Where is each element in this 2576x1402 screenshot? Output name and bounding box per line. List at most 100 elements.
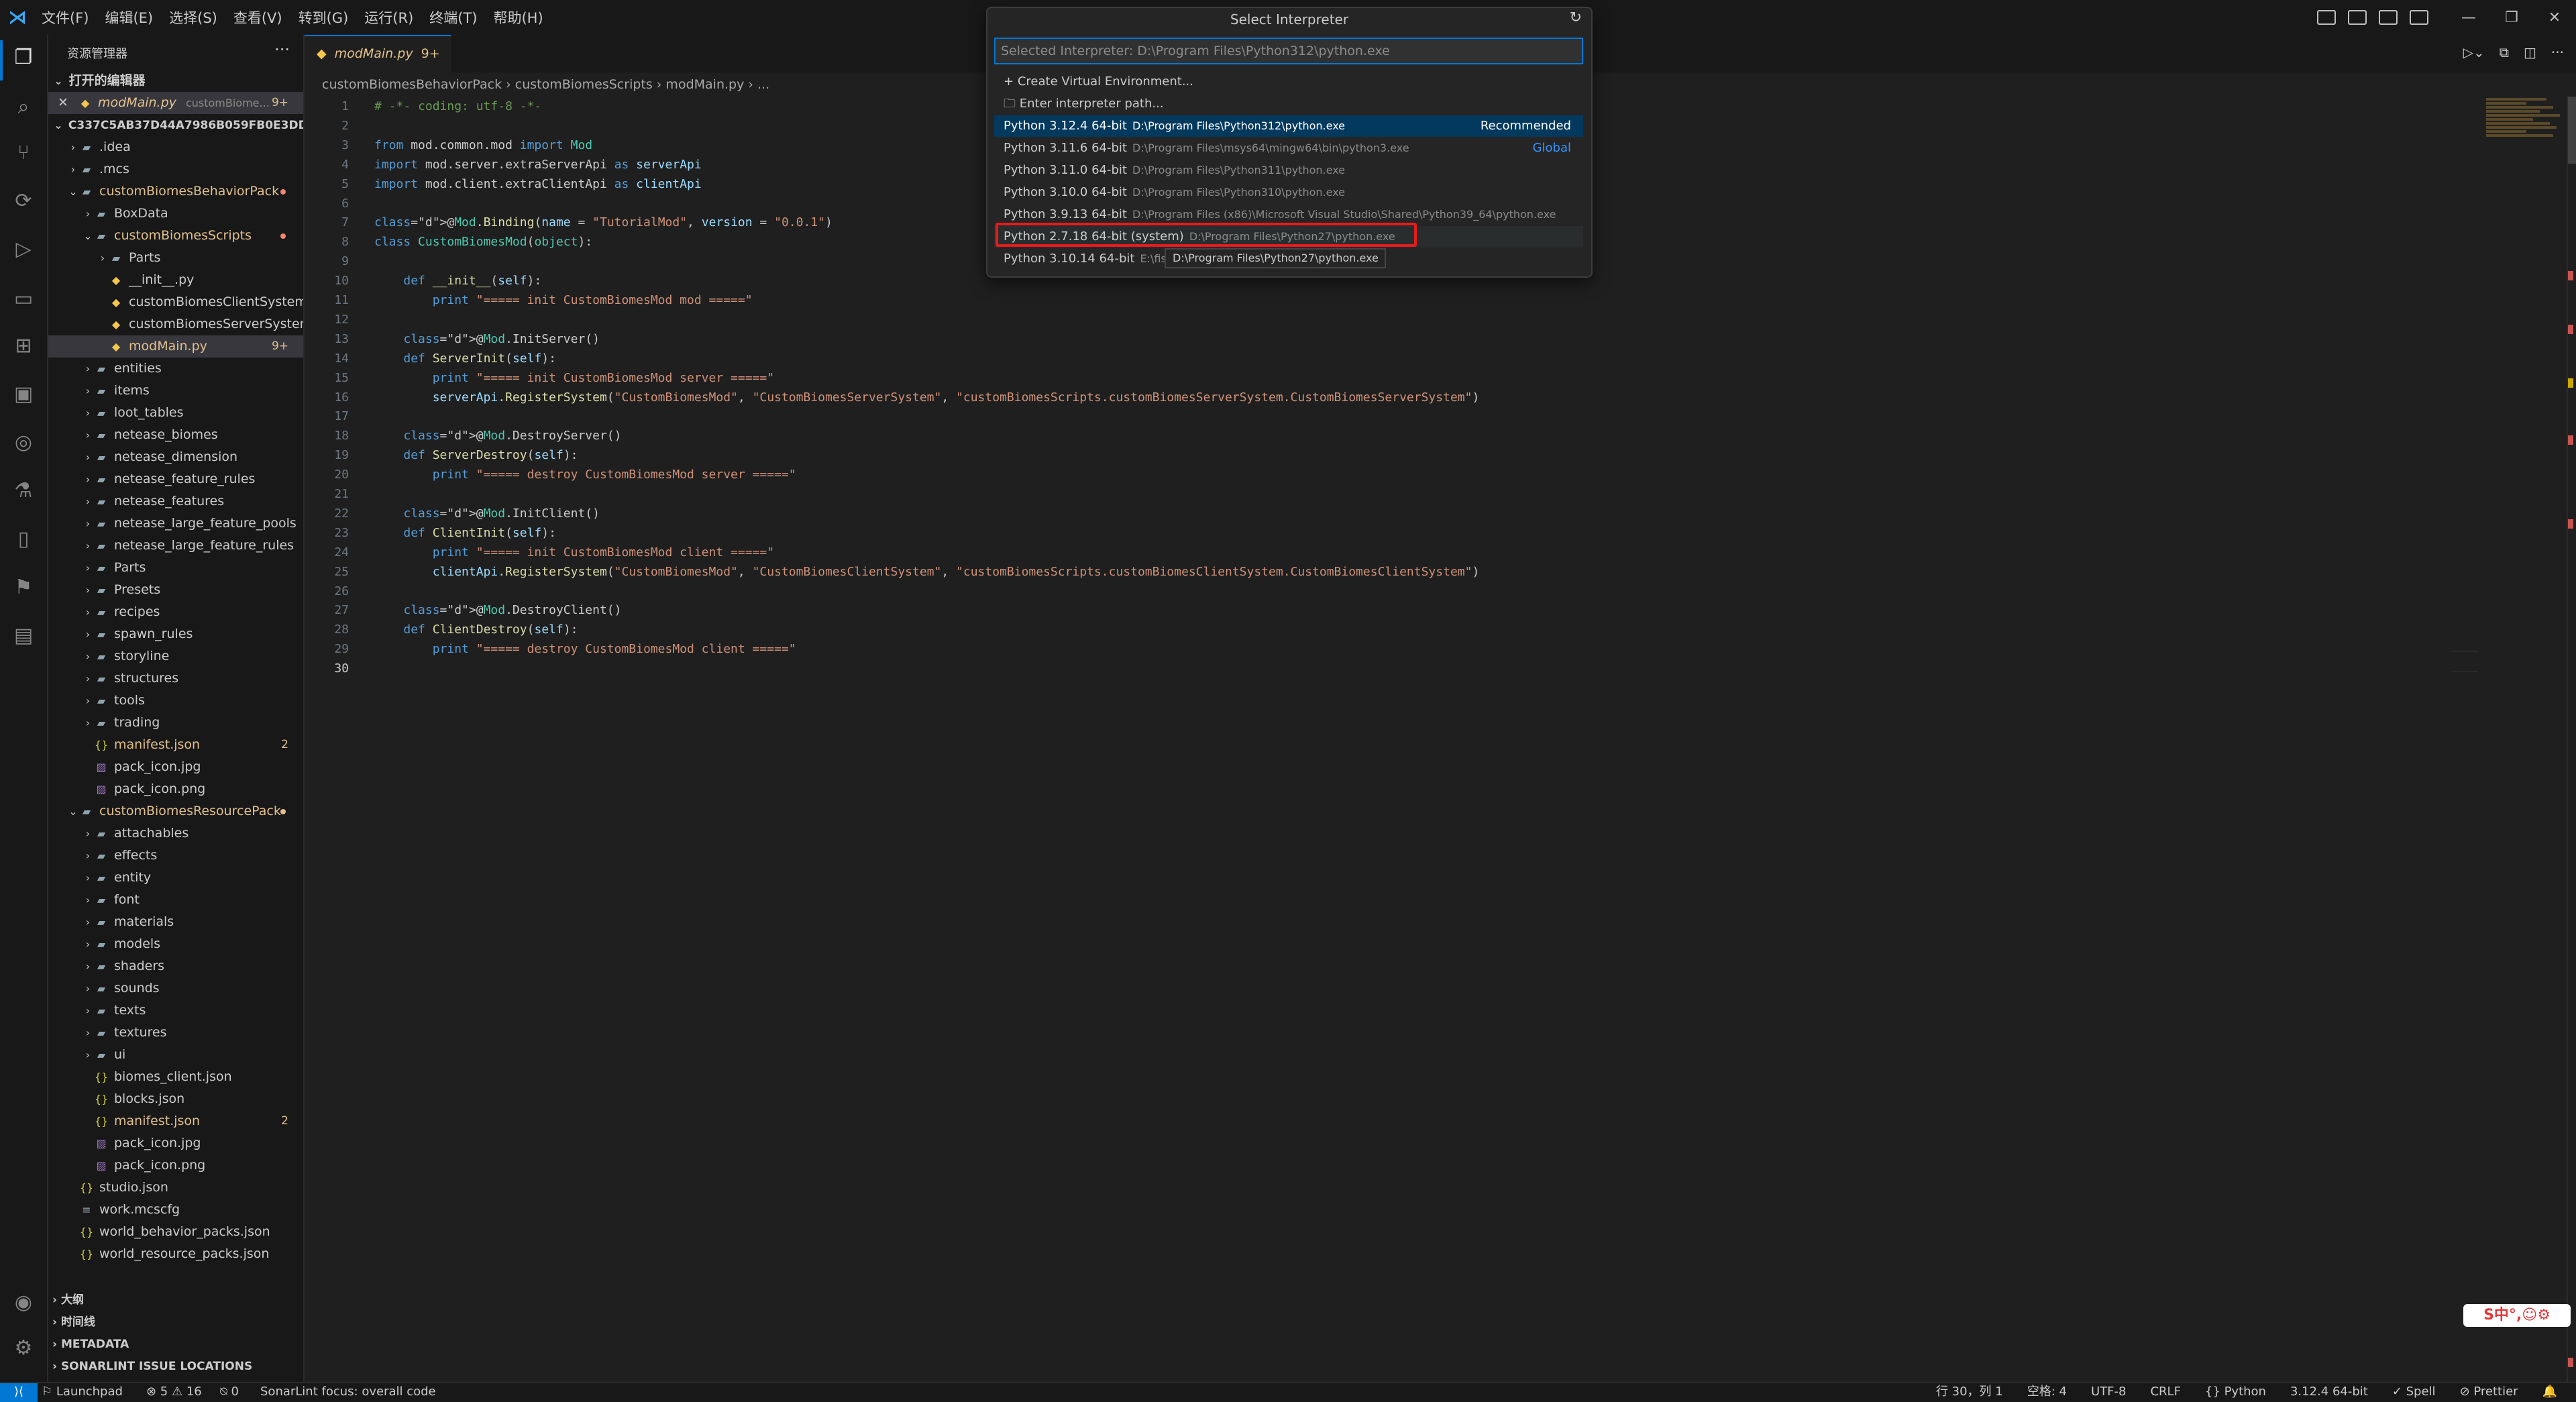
status-right-item[interactable]: 行 30，列 1 [1936,1383,2003,1401]
menu-item-3[interactable]: 查看(V) [233,7,282,28]
code-line[interactable]: class="d">@Mod.DestroyServer() [374,429,621,443]
code-line[interactable]: def ClientDestroy(self): [374,623,578,637]
tree-item[interactable]: › ▰ spawn_rules [48,623,303,645]
docker-icon[interactable]: ▣ [11,382,36,407]
status-right-item[interactable]: CRLF [2150,1383,2180,1401]
bookmarks-icon[interactable]: ⚑ [11,576,36,600]
ime-toolbar[interactable]: S中°,☺⚙ [2463,1304,2571,1327]
tree-item[interactable]: ▨ pack_icon.png [48,778,303,800]
code-line[interactable]: class="d">@Mod.InitClient() [374,506,600,521]
sonarlint-issue-locations-section[interactable]: › SONARLINT ISSUE LOCATIONS [48,1356,303,1378]
extensions-icon[interactable]: ⊞ [11,334,36,358]
split-editor-icon[interactable]: ◫ [2524,44,2536,60]
interpreter-option[interactable]: Python 3.11.6 64-bit D:\Program Files\msy… [994,138,1583,159]
code-line[interactable]: class="d">@Mod.DestroyClient() [374,603,621,617]
tree-item[interactable]: › ▰ entity [48,867,303,889]
tree-item[interactable]: › ▰ entities [48,358,303,380]
tree-item[interactable]: › ▰ structures [48,667,303,690]
tree-item[interactable]: › ▰ shaders [48,955,303,977]
code-line[interactable]: print "===== init CustomBiomesMod server… [374,371,774,385]
code-line[interactable]: from mod.common.mod import Mod [374,138,592,152]
explorer-icon[interactable]: ❐ [11,46,36,70]
tree-item[interactable]: {} blocks.json [48,1088,303,1110]
tree-item[interactable]: ⌄ ▰ customBiomesBehaviorPack [48,180,303,203]
menu-item-0[interactable]: 文件(F) [42,7,89,28]
tree-item[interactable]: › ▰ trading [48,712,303,734]
tree-item[interactable]: › ▰ attachables [48,822,303,845]
toggle-secondary-sidebar-icon[interactable] [2379,10,2398,25]
interpreter-option[interactable]: Python 3.11.0 64-bit D:\Program Files\Pyt… [994,160,1583,181]
tree-item[interactable]: {} manifest.json 2 [48,734,303,756]
refresh-icon[interactable]: ↻ [1570,9,1582,26]
tree-item[interactable]: › ▰ netease_biomes [48,424,303,446]
code-line[interactable]: print "===== destroy CustomBiomesMod cli… [374,642,796,656]
tree-item[interactable]: › ▰ netease_large_feature_rules [48,535,303,557]
tree-item[interactable]: ◆ customBiomesClientSystem.py [48,291,303,313]
tree-item[interactable]: ⌄ ▰ customBiomesResourcePack [48,800,303,822]
tree-item[interactable]: › ▰ font [48,889,303,911]
sonarlint-icon[interactable]: ◎ [11,431,36,455]
settings-gear-icon[interactable]: ⚙ [11,1336,36,1360]
remote-explorer-icon[interactable]: ▭ [11,287,36,311]
code-editor[interactable]: 1 2 3 4 5 6 7 8 9 10 11 12 13 14 15 16 17 18 19 20 21 22 23 24 2… [305,97,2451,1382]
tree-item[interactable]: › ▰ loot_tables [48,402,303,424]
tree-item[interactable]: › ▰ Parts [48,557,303,579]
tab-modmain[interactable]: ◆ modMain.py 9+ ✕ [305,35,451,96]
git-graph-icon[interactable]: ⟳ [11,189,36,213]
open-editors-section[interactable]: ⌄ 打开的编辑器 [48,70,303,92]
minimap[interactable] [2486,97,2563,150]
tree-item[interactable]: › ▰ tools [48,690,303,712]
code-line[interactable]: # -*- coding: utf-8 -*- [374,99,541,113]
code-line[interactable]: print "===== init CustomBiomesMod client… [374,545,774,559]
more-actions-icon[interactable]: ··· [274,40,290,59]
tree-item[interactable]: › ▰ ui [48,1044,303,1066]
enter-interpreter-path-option[interactable]: 🗀 Enter interpreter path... [994,93,1583,115]
open-editor-item[interactable]: ✕ ◆ modMain.py customBiome... 9+ [48,92,303,114]
status-right-item[interactable]: 3.12.4 64-bit [2290,1383,2368,1401]
interpreter-option[interactable]: Python 3.10.0 64-bit D:\Program Files\Pyt… [994,182,1583,203]
tree-item[interactable]: {} studio.json [48,1177,303,1199]
interpreter-option[interactable]: Python 3.12.4 64-bit D:\Program Files\Pyt… [994,115,1583,137]
tree-item[interactable]: {} manifest.json 2 [48,1110,303,1132]
tree-item[interactable]: › ▰ BoxData [48,203,303,225]
code-line[interactable]: class CustomBiomesMod(object): [374,235,592,249]
interpreter-search-input[interactable]: Selected Interpreter: D:\Program Files\P… [994,38,1583,64]
code-line[interactable]: import mod.server.extraServerApi as serv… [374,158,702,172]
tree-item[interactable]: ◆ customBiomesServerSystem.py [48,313,303,335]
tree-item[interactable]: › ▰ storyline [48,645,303,667]
tree-item[interactable]: ▨ pack_icon.png [48,1154,303,1177]
code-line[interactable]: def ServerDestroy(self): [374,448,578,462]
tree-item[interactable]: › ▰ models [48,933,303,955]
code-line[interactable]: clientApi.RegisterSystem("CustomBiomesMo… [374,565,1480,579]
minimize-button[interactable]: — [2447,9,2490,26]
customize-layout-icon[interactable] [2410,10,2428,25]
tree-item[interactable]: › ▰ .mcs [48,158,303,180]
tree-item[interactable]: › ▰ materials [48,911,303,933]
scroll-thumb[interactable] [2568,97,2576,164]
code-line[interactable]: print "===== destroy CustomBiomesMod ser… [374,468,796,482]
tree-item[interactable]: › ▰ netease_features [48,490,303,513]
menu-item-5[interactable]: 运行(R) [364,7,413,28]
account-icon[interactable]: ◉ [11,1291,36,1315]
remote-indicator-icon[interactable]: ⟩⟨ [0,1383,38,1402]
tree-item[interactable]: › ▰ .idea [48,136,303,158]
code-line[interactable]: def ClientInit(self): [374,526,556,540]
tree-item[interactable]: {} world_resource_packs.json [48,1243,303,1265]
close-editor-icon[interactable]: ✕ [48,92,78,114]
tree-item[interactable]: ≡ work.mcscfg [48,1199,303,1221]
code-line[interactable]: serverApi.RegisterSystem("CustomBiomesMo… [374,390,1480,405]
code-line[interactable]: class="d">@Mod.InitServer() [374,332,600,346]
more-actions-icon[interactable]: ··· [2551,44,2564,60]
tree-item[interactable]: ▨ pack_icon.jpg [48,756,303,778]
status-left-item[interactable]: ⚐ Launchpad [42,1383,123,1401]
code-line[interactable]: class="d">@Mod.Binding(name = "TutorialM… [374,215,833,229]
open-changes-icon[interactable]: ⧉ [2500,44,2509,60]
menu-item-2[interactable]: 选择(S) [169,7,217,28]
tree-item[interactable]: {} biomes_client.json [48,1066,303,1088]
tree-item[interactable]: › ▰ netease_large_feature_pools [48,513,303,535]
workspace-root[interactable]: ⌄ C337C5AB37D44A7986B059FB0E3DDF28 [48,114,303,136]
vertical-scrollbar[interactable] [2567,97,2576,1382]
toggle-primary-sidebar-icon[interactable] [2317,10,2336,25]
search-icon[interactable]: ⌕ [11,95,36,119]
status-left-item[interactable]: ⊗ 5 ⚠ 16 [146,1383,202,1401]
